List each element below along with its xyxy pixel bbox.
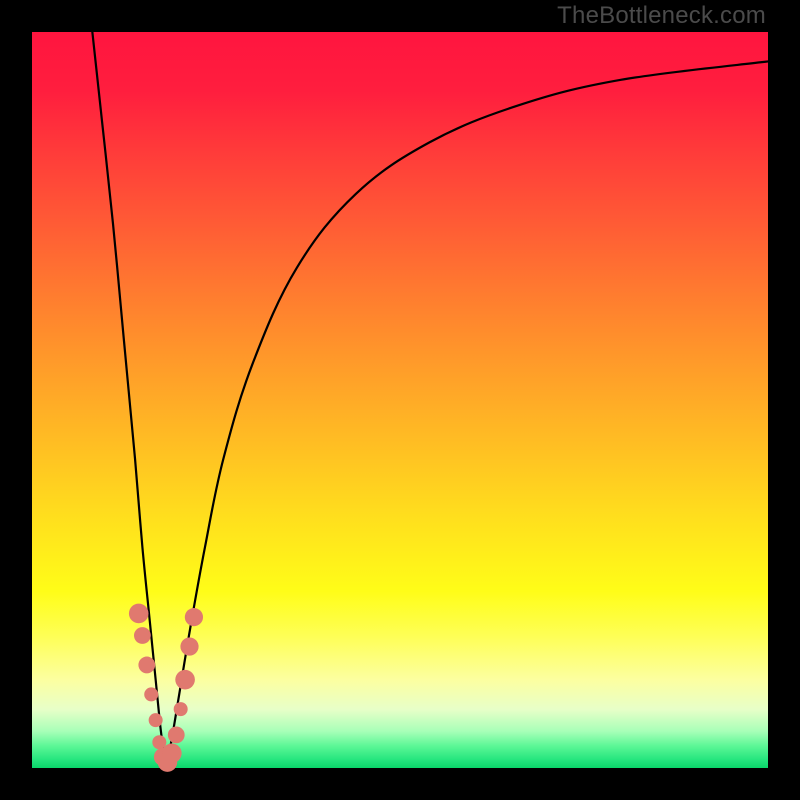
marker-layer	[129, 604, 203, 772]
data-marker	[185, 608, 203, 626]
data-marker	[180, 637, 198, 655]
data-marker	[175, 670, 195, 690]
curve-right-branch	[166, 61, 768, 768]
series-layer	[92, 32, 768, 768]
data-marker	[174, 702, 188, 716]
data-marker	[162, 743, 182, 763]
data-marker	[134, 627, 151, 644]
data-marker	[129, 604, 149, 624]
data-marker	[144, 687, 158, 701]
data-marker	[149, 713, 163, 727]
curve-left-branch	[92, 32, 166, 768]
data-marker	[168, 726, 185, 743]
data-marker	[138, 657, 155, 674]
chart-svg	[0, 0, 800, 800]
